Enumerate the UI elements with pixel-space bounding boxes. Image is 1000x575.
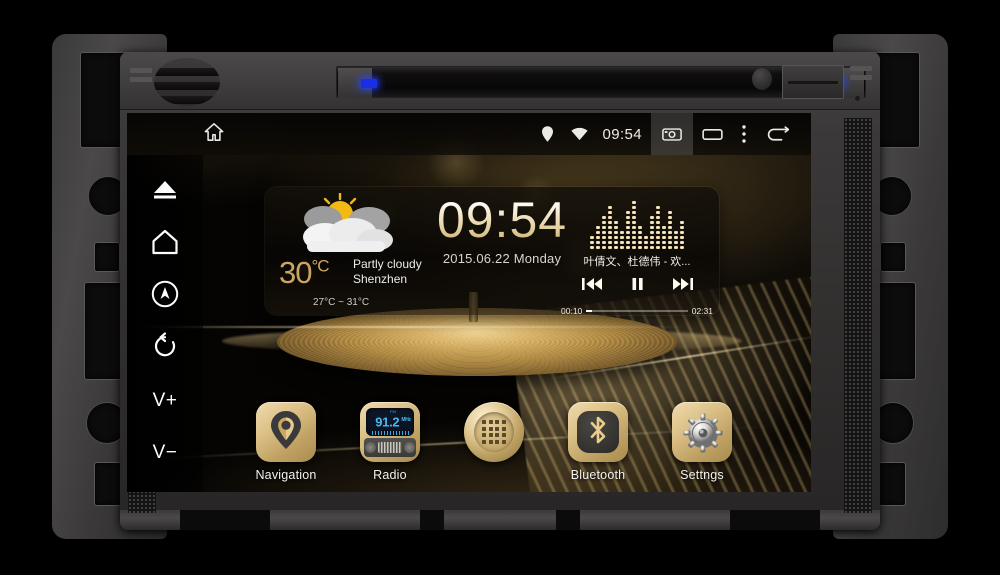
status-clock: 09:54 [602,125,642,143]
status-right-cluster: 09:54 [533,113,811,155]
pause-icon[interactable] [631,277,644,296]
app-settings[interactable]: Settngs [666,402,738,482]
power-reset-icon [151,332,179,366]
speaker-grille-right [844,118,872,513]
sidebar-item-navigation[interactable] [136,271,194,323]
music-elapsed: 00:10 [561,306,583,315]
bezel-tab [180,510,270,530]
weather-condition-block: Partly cloudy Shenzhen [353,257,422,287]
bezel-vent [130,68,152,86]
app-navigation[interactable]: Navigation [250,402,322,482]
radio-knob-left [365,442,376,453]
map-pin-icon [264,408,308,457]
bracket-slot [94,462,122,506]
music-transport-controls [561,277,713,296]
weather-condition: Partly cloudy [353,257,422,271]
bezel-tab [556,510,580,530]
reset-pinhole[interactable] [855,96,860,101]
previous-track-icon[interactable] [581,277,602,296]
bracket-slot [94,242,120,272]
music-widget[interactable]: 叶倩文、杜德伟 - 欢... 00:10 02:31 [561,193,713,315]
screenshot-camera-icon[interactable] [651,113,693,155]
blue-indicator-led-left [361,79,377,88]
fm-radio-icon: FM 91.2 MHz [360,402,420,462]
app-drawer[interactable] [458,402,530,482]
wifi-icon [562,113,597,155]
next-track-icon[interactable] [672,277,693,296]
car-head-unit-device: 09:54 V+ V− 30°C Partly cloudy Shenzhen … [0,0,1000,575]
app-radio-icon[interactable]: FM 91.2 MHz [360,402,420,462]
back-arrow-icon[interactable] [756,113,811,155]
status-home-button[interactable] [203,122,225,147]
app-drawer-grid-icon [474,412,514,452]
home-widget-card[interactable]: 30°C Partly cloudy Shenzhen 27°C ~ 31°C … [265,187,719,315]
sun-behind-cloud-icon [295,191,405,264]
app-settings-icon[interactable] [672,402,732,462]
top-bezel [120,52,880,110]
bracket-slot [880,242,906,272]
music-progress-bar[interactable] [586,310,688,312]
app-navigation-label: Navigation [255,468,317,482]
music-progress[interactable]: 00:10 02:31 [561,306,713,315]
app-radio[interactable]: FM 91.2 MHz Radio [354,402,426,482]
weather-city: Shenzhen [353,272,408,286]
app-drawer-icon[interactable] [464,402,524,462]
gear-icon [682,412,723,453]
sidebar-item-eject[interactable] [136,167,194,219]
weather-widget[interactable]: 30°C Partly cloudy Shenzhen 27°C ~ 31°C [273,191,423,311]
home-icon [151,229,179,261]
sidebar-item-home[interactable] [136,219,194,271]
bezel-vent [850,66,872,84]
speaker-grille [154,58,220,106]
sidebar-item-power[interactable] [136,323,194,375]
app-bluetooth-label: Bluetooth [570,468,626,482]
radio-speaker-grille [378,442,402,453]
sd-usb-card-slot[interactable] [782,65,844,99]
app-settings-label: Settngs [680,468,724,482]
app-dock: Navigation FM 91.2 MHz Radio Bluetooth S… [127,402,811,482]
app-radio-label: Radio [373,468,407,482]
bezel-tab [420,510,444,530]
radio-frequency: 91.2 [375,414,400,430]
status-bar: 09:54 [127,113,811,155]
app-bluetooth[interactable]: Bluetooth [562,402,634,482]
bracket-slot [878,462,906,506]
bluetooth-icon [587,415,609,450]
radio-unit: MHz [401,417,411,424]
touchscreen-display[interactable]: 09:54 V+ V− 30°C Partly cloudy Shenzhen … [127,113,811,492]
compass-icon [151,280,179,314]
location-pin-icon [533,113,562,155]
eject-icon [152,179,178,207]
app-bluetooth-icon[interactable] [568,402,628,462]
weather-range: 27°C ~ 31°C [313,297,370,308]
home-icon [203,122,225,147]
equalizer-visualizer [561,193,713,249]
temperature-unit: °C [311,256,329,276]
reset-button[interactable] [752,68,772,90]
radio-knob-right [404,442,415,453]
bottom-bezel [120,510,880,530]
music-duration: 02:31 [691,306,713,315]
bezel-tab [730,510,820,530]
app-navigation-icon[interactable] [256,402,316,462]
music-track-title: 叶倩文、杜德伟 - 欢... [583,256,691,268]
recent-apps-icon[interactable] [693,113,732,155]
overflow-menu-icon[interactable] [732,113,756,155]
weather-temperature: 30°C [279,255,330,290]
